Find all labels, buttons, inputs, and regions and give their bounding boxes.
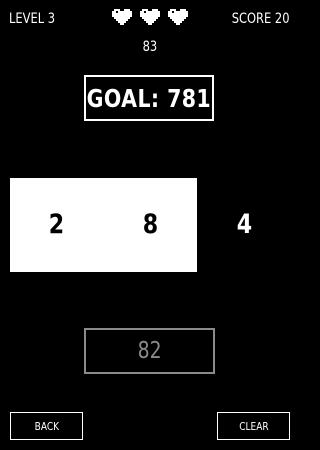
clear-button[interactable]: CLEAR <box>217 412 290 440</box>
score-text: SCORE 20 <box>232 11 290 27</box>
heart-icon <box>112 9 132 25</box>
score-indicator: SCORE 20 <box>219 10 290 28</box>
number-tile[interactable]: 8 <box>128 198 172 250</box>
number-tile[interactable]: 4 <box>222 198 266 250</box>
number-tile-value: 4 <box>236 208 252 240</box>
level-indicator: LEVEL 3 <box>9 10 65 28</box>
number-tile[interactable]: 2 <box>34 198 78 250</box>
level-text: LEVEL 3 <box>9 11 56 27</box>
clear-button-label: CLEAR <box>238 419 269 433</box>
number-tile-value: 8 <box>142 208 158 240</box>
lives-display <box>112 9 188 29</box>
back-button[interactable]: BACK <box>10 412 83 440</box>
heart-icon <box>140 9 160 25</box>
back-button-label: BACK <box>34 419 59 433</box>
countdown-timer: 83 <box>0 37 300 57</box>
goal-box: GOAL: 781 <box>84 75 214 121</box>
current-total-box: 82 <box>84 328 215 374</box>
current-total-text: 82 <box>137 338 162 364</box>
goal-text: GOAL: 781 <box>86 83 212 113</box>
heart-icon <box>168 9 188 25</box>
timer-text: 83 <box>142 39 158 55</box>
number-tile-value: 2 <box>48 208 64 240</box>
